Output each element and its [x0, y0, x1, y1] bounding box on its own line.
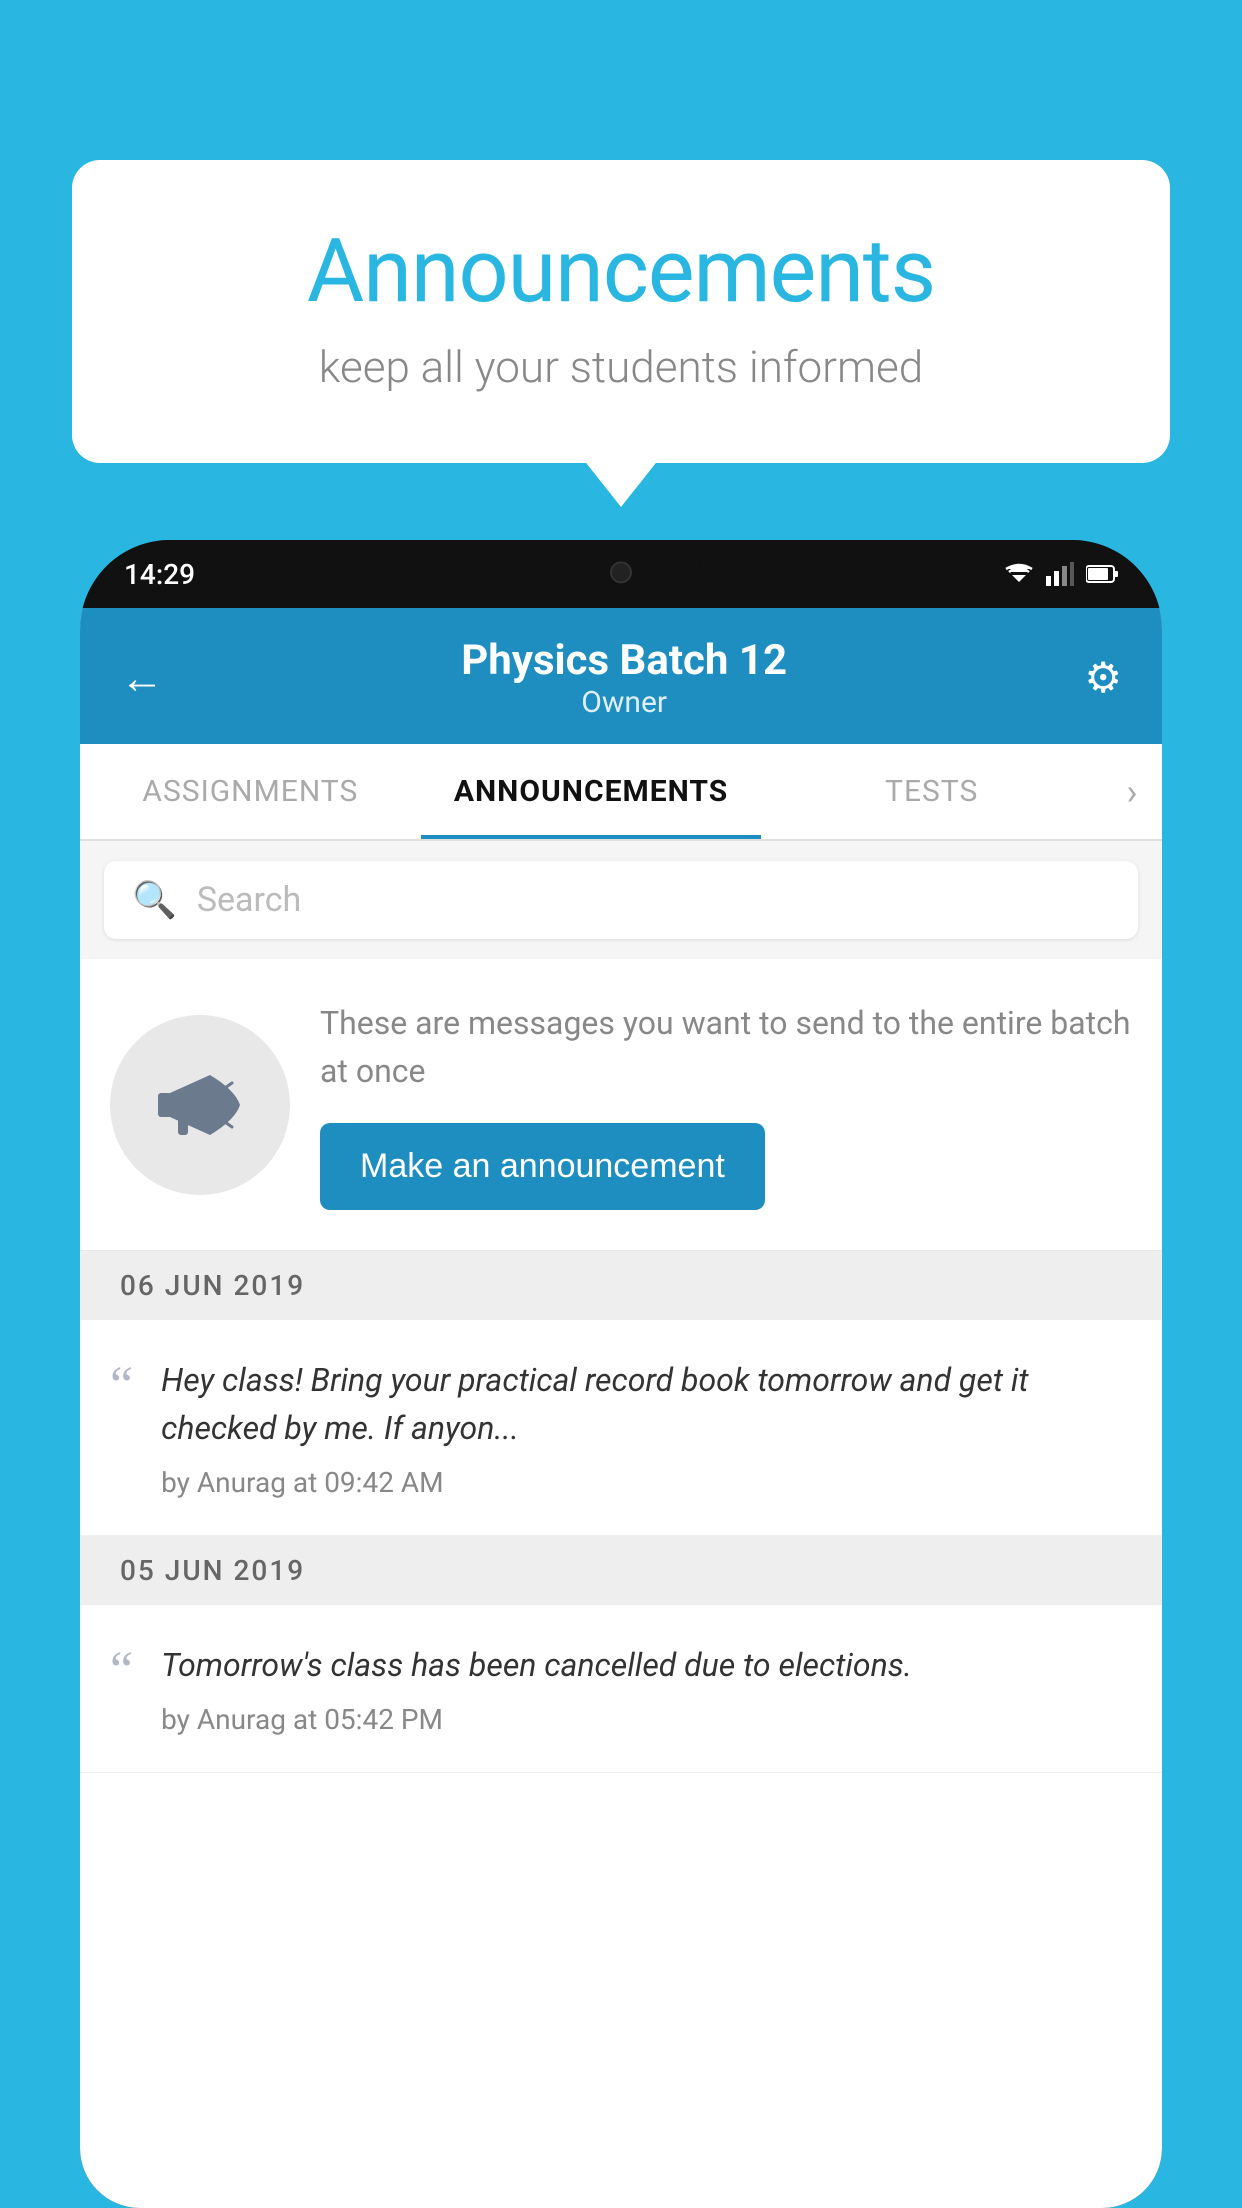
promo-icon-circle — [110, 1015, 290, 1195]
back-button[interactable]: ← — [120, 652, 164, 704]
date-separator-1: 06 JUN 2019 — [80, 1251, 1162, 1320]
app-header: ← Physics Batch 12 Owner ⚙ — [80, 608, 1162, 744]
bubble-title: Announcements — [152, 220, 1090, 323]
announcement-text-2: Tomorrow's class has been cancelled due … — [161, 1641, 912, 1689]
date-separator-2: 05 JUN 2019 — [80, 1536, 1162, 1605]
phone-frame: 14:29 — [80, 540, 1162, 2208]
status-time: 14:29 — [124, 558, 195, 591]
announcement-text-1: Hey class! Bring your practical record b… — [161, 1356, 1126, 1452]
header-title: Physics Batch 12 — [461, 636, 787, 685]
search-container: 🔍 Search — [80, 841, 1162, 959]
bubble-subtitle: keep all your students informed — [152, 341, 1090, 393]
tab-assignments[interactable]: ASSIGNMENTS — [80, 744, 421, 839]
promo-right: These are messages you want to send to t… — [320, 999, 1132, 1210]
search-bar[interactable]: 🔍 Search — [104, 861, 1138, 939]
tab-announcements[interactable]: ANNOUNCEMENTS — [421, 744, 762, 839]
search-icon: 🔍 — [132, 879, 177, 921]
make-announcement-button[interactable]: Make an announcement — [320, 1123, 765, 1210]
status-bar: 14:29 — [80, 540, 1162, 608]
promo-section: These are messages you want to send to t… — [80, 959, 1162, 1251]
promo-description: These are messages you want to send to t… — [320, 999, 1132, 1095]
phone-screen: ← Physics Batch 12 Owner ⚙ ASSIGNMENTS A… — [80, 608, 1162, 2208]
settings-icon[interactable]: ⚙ — [1084, 653, 1122, 703]
megaphone-icon — [150, 1055, 250, 1155]
tab-tests[interactable]: TESTS — [761, 744, 1102, 839]
signal-icon — [1046, 562, 1074, 586]
announcement-meta-1: by Anurag at 09:42 AM — [161, 1466, 1126, 1499]
header-center: Physics Batch 12 Owner — [461, 636, 787, 720]
speech-bubble: Announcements keep all your students inf… — [72, 160, 1170, 463]
wifi-icon — [1004, 562, 1034, 586]
notch — [541, 540, 701, 596]
tabs-bar: ASSIGNMENTS ANNOUNCEMENTS TESTS › — [80, 744, 1162, 841]
quote-icon-1: “ — [110, 1360, 133, 1412]
quote-icon-2: “ — [110, 1645, 133, 1697]
announcement-meta-2: by Anurag at 05:42 PM — [161, 1703, 912, 1736]
battery-icon — [1086, 564, 1118, 584]
announcement-item-2[interactable]: “ Tomorrow's class has been cancelled du… — [80, 1605, 1162, 1773]
search-placeholder: Search — [197, 880, 301, 920]
announcement-content-2: Tomorrow's class has been cancelled due … — [161, 1641, 912, 1736]
status-icons — [1004, 562, 1118, 586]
announcement-item-1[interactable]: “ Hey class! Bring your practical record… — [80, 1320, 1162, 1536]
header-subtitle: Owner — [461, 685, 787, 720]
camera — [610, 561, 632, 583]
tabs-more-button[interactable]: › — [1102, 744, 1162, 839]
announcement-content-1: Hey class! Bring your practical record b… — [161, 1356, 1126, 1499]
